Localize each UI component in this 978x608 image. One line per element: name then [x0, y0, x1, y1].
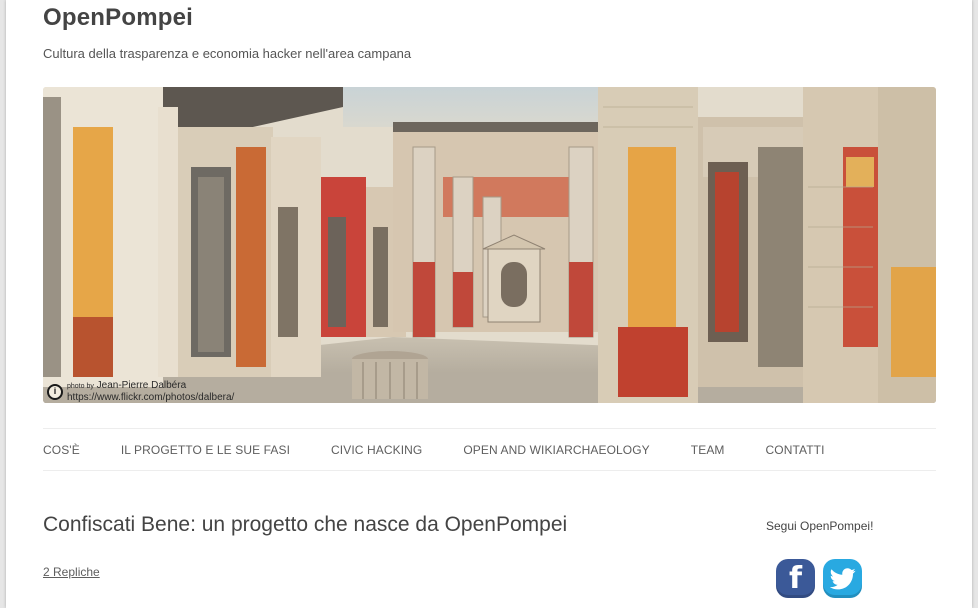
credit-prefix: photo by [67, 383, 94, 390]
cc-attribution-icon: i [47, 383, 63, 400]
nav-item-open-wikiarchaeology[interactable]: OPEN AND WIKIARCHAEOLOGY [463, 443, 649, 457]
page: OpenPompei Cultura della trasparenza e e… [6, 0, 972, 608]
nav-item-team[interactable]: TEAM [691, 443, 725, 457]
twitter-icon[interactable] [823, 559, 862, 598]
site-title[interactable]: OpenPompei [43, 4, 193, 32]
facebook-icon[interactable]: f [776, 559, 815, 598]
social-links: f [776, 559, 862, 598]
credit-name: Jean-Pierre Dalbéra [96, 380, 187, 391]
pompeii-painting [43, 87, 936, 403]
nav-item-contatti[interactable]: CONTATTI [766, 443, 825, 457]
nav-item-cos-e[interactable]: COS'È [43, 443, 80, 457]
site-description: Cultura della trasparenza e economia hac… [43, 46, 412, 61]
widget-title: Segui OpenPompei! [766, 519, 874, 533]
nav-item-civic-hacking[interactable]: CIVIC HACKING [331, 443, 422, 457]
photo-credit: i photo by Jean-Pierre Dalbéra https://w… [47, 380, 234, 403]
post-title[interactable]: Confiscati Bene: un progetto che nasce d… [43, 513, 567, 537]
nav-item-il-progetto[interactable]: IL PROGETTO E LE SUE FASI [121, 443, 290, 457]
header-image: i photo by Jean-Pierre Dalbéra https://w… [43, 87, 936, 403]
twitter-bird-icon [829, 567, 856, 589]
main-navigation: COS'È IL PROGETTO E LE SUE FASI CIVIC HA… [43, 428, 936, 471]
credit-url: https://www.flickr.com/photos/dalbera/ [67, 392, 235, 403]
replies-link[interactable]: 2 Repliche [43, 565, 100, 579]
